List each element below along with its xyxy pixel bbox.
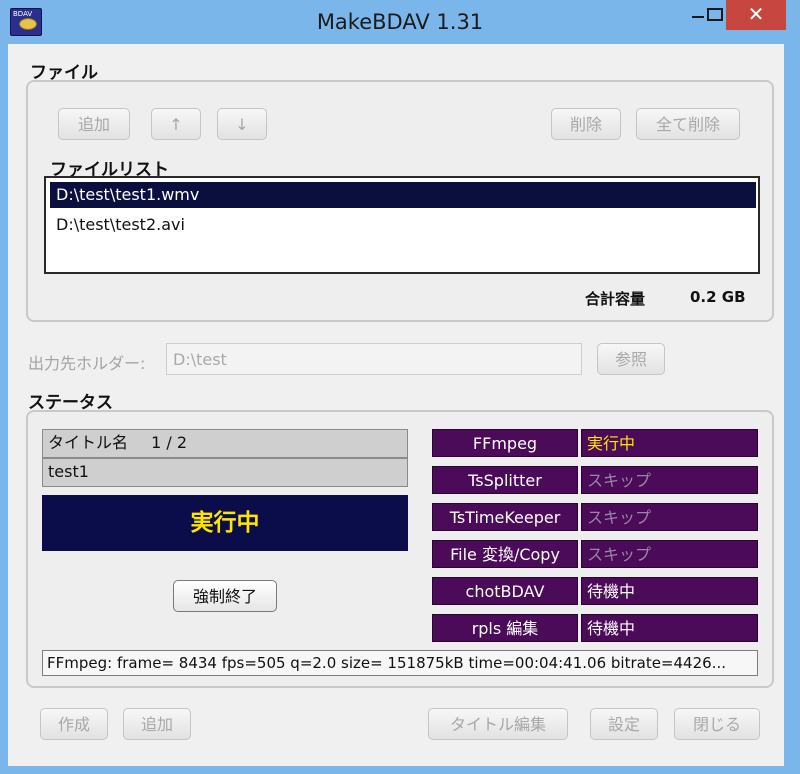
title-index: 1 / 2 [151,433,188,452]
delete-file-button[interactable]: 削除 [551,108,621,140]
title-bar[interactable]: BDAV MakeBDAV 1.31 ✕ [0,0,800,44]
output-folder-label: 出力先ホルダー: [28,354,146,373]
title-edit-button[interactable]: タイトル編集 [428,708,568,740]
move-down-button[interactable]: ↓ [217,108,267,140]
process-status: 実行中 [581,429,758,457]
process-name: rpls 編集 [432,614,578,642]
add-file-button[interactable]: 追加 [58,108,130,140]
process-name: FFmpeg [432,429,578,457]
settings-button[interactable]: 設定 [590,708,658,740]
list-item[interactable]: D:\test\test1.wmv [50,182,756,208]
list-item[interactable]: D:\test\test2.avi [50,212,756,238]
run-state-panel: 実行中 [42,495,408,551]
delete-all-button[interactable]: 全て削除 [636,108,740,140]
add-title-button[interactable]: 追加 [123,708,191,740]
close-button[interactable]: 閉じる [674,708,760,740]
title-name-value: test1 [42,458,408,487]
file-list[interactable]: D:\test\test1.wmv D:\test\test2.avi [44,176,760,274]
app-window: BDAV MakeBDAV 1.31 ✕ ファイル 追加 ↑ ↓ 削除 全て削除… [0,0,800,774]
process-name: chotBDAV [432,577,578,605]
title-name-label: タイトル名 [48,433,129,452]
process-status: 待機中 [581,577,758,605]
process-name: TsSplitter [432,466,578,494]
process-name: TsTimeKeeper [432,503,578,531]
force-stop-button[interactable]: 強制終了 [173,580,277,612]
move-up-button[interactable]: ↑ [151,108,201,140]
title-name-header: タイトル名 1 / 2 [42,429,408,458]
log-line: FFmpeg: frame= 8434 fps=505 q=2.0 size= … [42,650,758,676]
process-name: File 変換/Copy [432,540,578,568]
process-status: 待機中 [581,614,758,642]
browse-button[interactable]: 参照 [597,343,665,375]
output-folder-input[interactable]: D:\test [166,343,582,375]
create-button[interactable]: 作成 [40,708,108,740]
process-status: スキップ [581,503,758,531]
total-size-value: 0.2 GB [690,288,746,306]
total-size-label: 合計容量 [585,290,646,308]
process-status: スキップ [581,540,758,568]
close-icon[interactable]: ✕ [726,0,786,30]
process-status: スキップ [581,466,758,494]
